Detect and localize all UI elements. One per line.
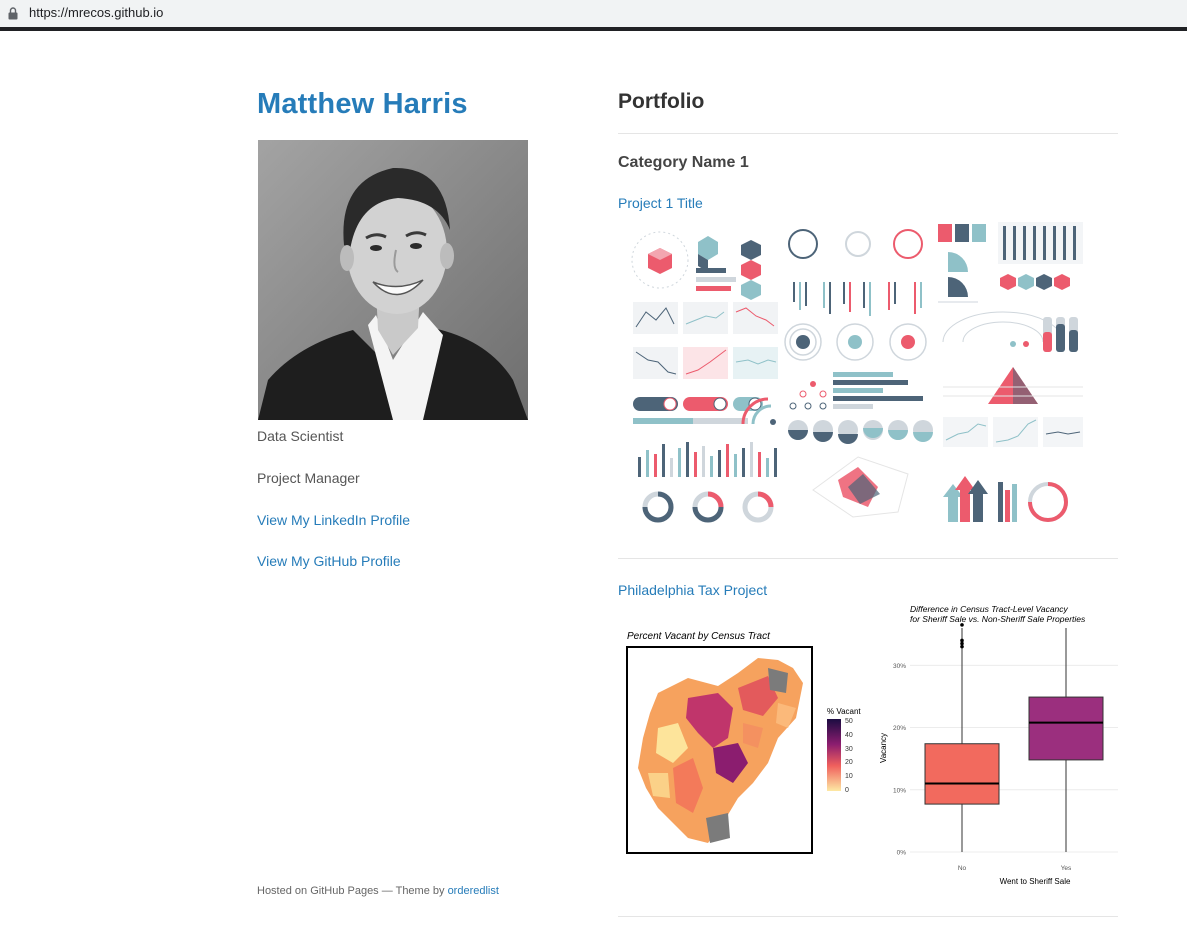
map-legend-tick: 20	[845, 759, 853, 766]
map-legend-colorbar	[827, 719, 841, 791]
cylinder-bars-graphic	[1043, 317, 1078, 352]
box-outlier	[960, 623, 964, 627]
box-yes	[1028, 696, 1104, 761]
y-tick-label: 0%	[897, 850, 907, 857]
divider	[618, 558, 1118, 559]
url-text[interactable]: https://mrecos.github.io	[29, 5, 163, 20]
map-title: Percent Vacant by Census Tract	[627, 631, 771, 642]
map-legend-title: % Vacant	[827, 707, 861, 716]
box-outlier	[960, 641, 964, 646]
boxplot-y-axis-label: Vacancy	[879, 733, 888, 763]
hexagon-stack-graphic	[741, 240, 761, 300]
github-profile-link[interactable]: View My GitHub Profile	[257, 553, 401, 569]
boxplot-title-line-2: for Sheriff Sale vs. Non-Sheriff Sale Pr…	[910, 614, 1086, 624]
site-title[interactable]: Matthew Harris	[257, 88, 468, 121]
box-outlier	[960, 638, 964, 643]
y-tick-label: 20%	[893, 725, 906, 732]
linkedin-profile-link[interactable]: View My LinkedIn Profile	[257, 512, 410, 528]
step-tags-graphic	[938, 224, 986, 242]
x-tick-label: No	[958, 865, 967, 872]
browser-address-bar[interactable]: https://mrecos.github.io	[0, 0, 1187, 27]
lock-icon	[8, 7, 18, 20]
theme-author-link[interactable]: orderedlist	[448, 885, 499, 897]
divider	[618, 916, 1118, 917]
y-tick-label: 10%	[893, 787, 906, 794]
x-tick-label: Yes	[1061, 865, 1072, 872]
map-legend-tick: 0	[845, 787, 849, 794]
divider	[618, 133, 1118, 134]
browser-divider	[0, 27, 1187, 31]
role-project-manager: Project Manager	[257, 470, 360, 486]
project-1-infographic-image	[618, 212, 1088, 530]
portfolio-heading: Portfolio	[618, 90, 705, 113]
box-outlier	[960, 644, 964, 649]
philadelphia-tax-project-link[interactable]: Philadelphia Tax Project	[618, 582, 767, 598]
map-legend-tick: 30	[845, 746, 853, 753]
table-graphic	[998, 222, 1083, 264]
footer-text: Hosted on GitHub Pages — Theme by	[257, 885, 448, 897]
boxplot-x-axis-label: Went to Sheriff Sale	[1000, 877, 1071, 886]
map-legend: % Vacant 50 40 30 20 10 0	[827, 707, 861, 794]
project-1-title-link[interactable]: Project 1 Title	[618, 195, 703, 211]
box-no	[924, 743, 1000, 805]
role-data-scientist: Data Scientist	[257, 428, 344, 444]
boxplot-chart: 0% 10% 20% 30% No Yes	[893, 623, 1118, 872]
category-heading: Category Name 1	[618, 154, 749, 171]
profile-photo	[258, 140, 528, 420]
boxplot-title-line-1: Difference in Census Tract-Level Vacancy	[910, 604, 1069, 614]
philadelphia-tax-figure: Percent Vacant by Census Tract % Vacant …	[626, 604, 1118, 886]
map-legend-tick: 50	[845, 718, 853, 725]
y-tick-label: 30%	[893, 663, 906, 670]
area-lines-graphic	[943, 417, 1083, 447]
footer: Hosted on GitHub Pages — Theme by ordere…	[257, 885, 499, 897]
map-legend-tick: 10	[845, 773, 853, 780]
map-legend-tick: 40	[845, 732, 853, 739]
